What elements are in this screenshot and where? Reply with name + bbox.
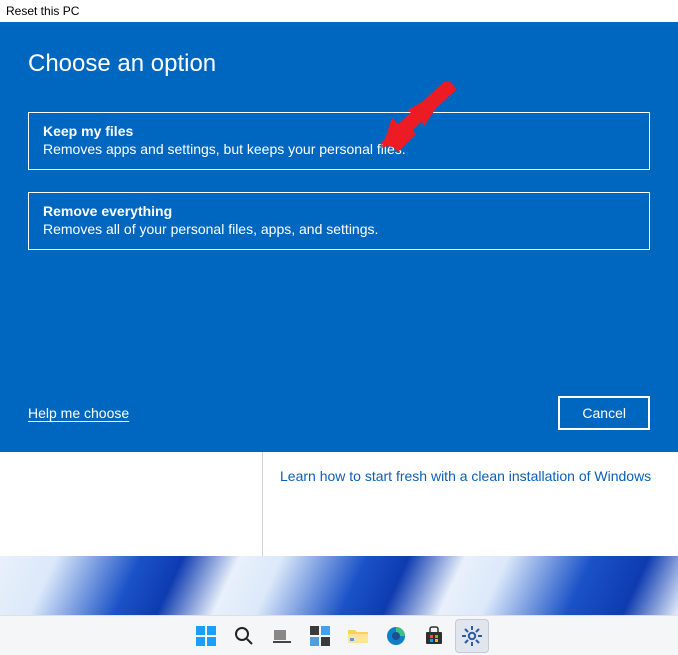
dialog-heading: Choose an option <box>28 50 650 78</box>
search-icon[interactable] <box>227 619 261 653</box>
settings-icon[interactable] <box>455 619 489 653</box>
settings-window-fragment: Learn how to start fresh with a clean in… <box>0 452 678 556</box>
cancel-button[interactable]: Cancel <box>558 396 650 430</box>
option-description: Removes apps and settings, but keeps you… <box>43 141 635 157</box>
widgets-icon[interactable] <box>303 619 337 653</box>
dialog-footer: Help me choose Cancel <box>28 396 650 430</box>
vertical-divider <box>262 452 263 556</box>
task-view-icon[interactable] <box>265 619 299 653</box>
reset-dialog: Choose an option Keep my files Removes a… <box>0 22 678 452</box>
fresh-start-link[interactable]: Learn how to start fresh with a clean in… <box>280 468 651 484</box>
window-title: Reset this PC <box>0 0 678 22</box>
store-icon[interactable] <box>417 619 451 653</box>
help-me-choose-link[interactable]: Help me choose <box>28 405 129 421</box>
file-explorer-icon[interactable] <box>341 619 375 653</box>
desktop-wallpaper <box>0 556 678 616</box>
option-keep-my-files[interactable]: Keep my files Removes apps and settings,… <box>28 112 650 170</box>
option-remove-everything[interactable]: Remove everything Removes all of your pe… <box>28 192 650 250</box>
taskbar <box>0 615 678 655</box>
option-description: Removes all of your personal files, apps… <box>43 221 635 237</box>
option-title: Remove everything <box>43 203 635 219</box>
option-title: Keep my files <box>43 123 635 139</box>
edge-icon[interactable] <box>379 619 413 653</box>
start-icon[interactable] <box>189 619 223 653</box>
